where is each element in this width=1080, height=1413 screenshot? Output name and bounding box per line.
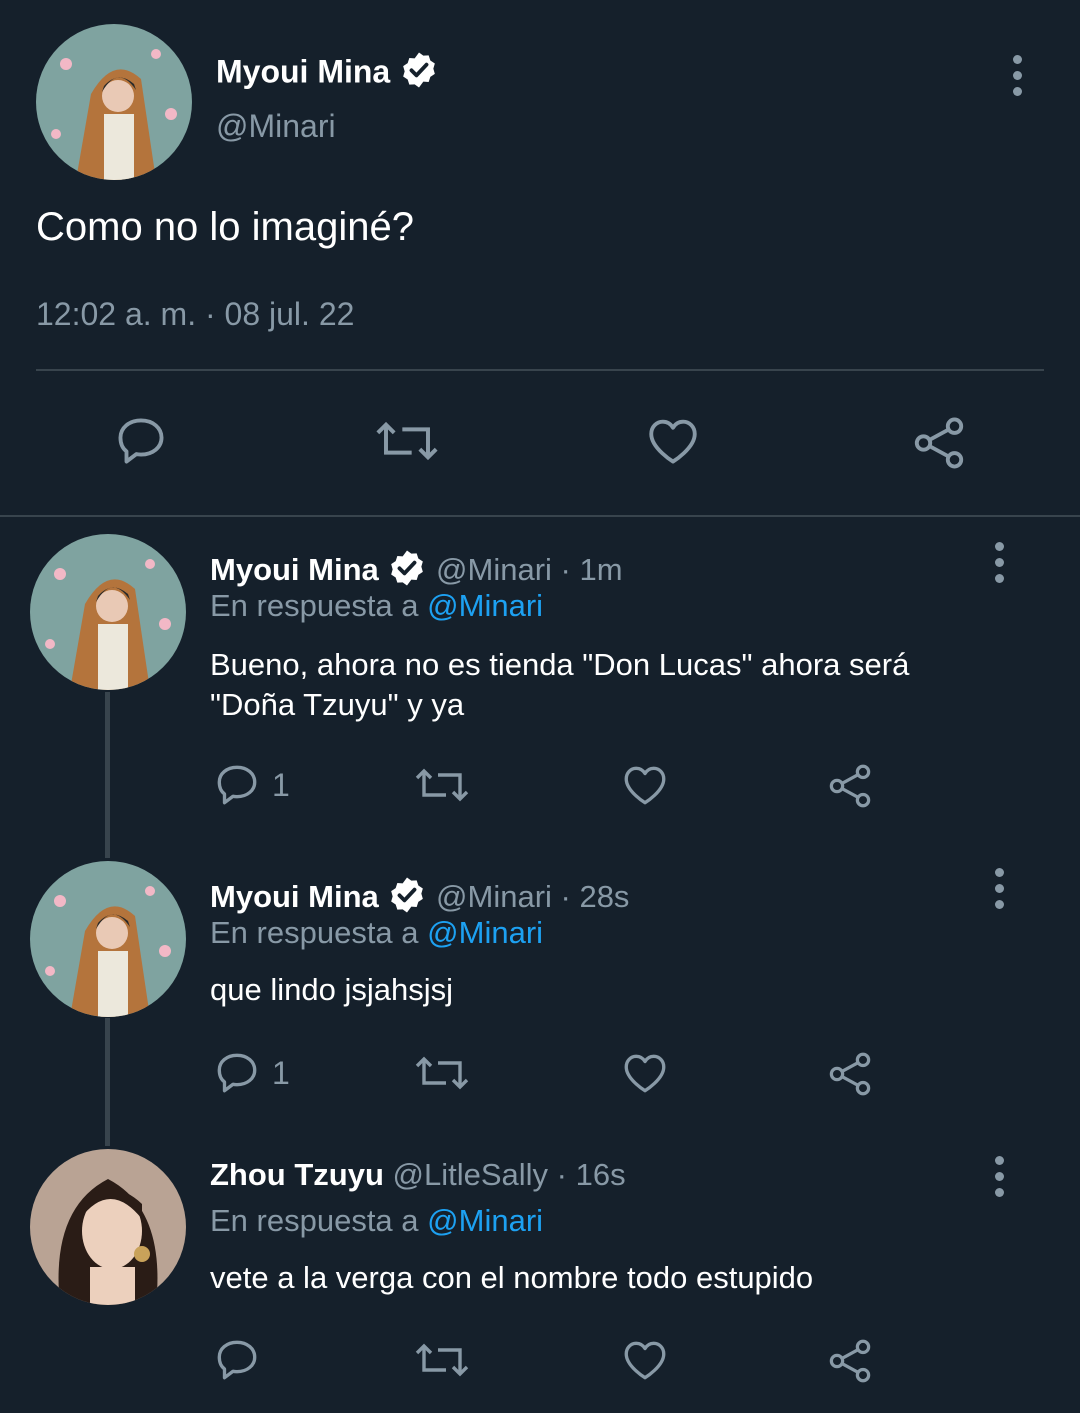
reply-to-link[interactable]: @Minari — [427, 588, 543, 623]
reply-prefix: En respuesta a — [210, 588, 419, 623]
reply-prefix: En respuesta a — [210, 1203, 419, 1238]
author-handle[interactable]: @Minari — [216, 108, 336, 145]
reply-avatar[interactable] — [30, 534, 186, 690]
reply-text: Bueno, ahora no es tienda "Don Lucas" ah… — [210, 645, 909, 725]
reply-context: En respuesta a @Minari — [210, 588, 543, 624]
reply-avatar[interactable] — [30, 1149, 186, 1305]
tweet-timestamp: 12:02 a. m. · 08 jul. 22 — [36, 296, 355, 332]
reply-meta: @Minari · 28s — [436, 879, 630, 915]
share-button[interactable] — [824, 760, 876, 812]
divider — [36, 369, 1044, 371]
reply-author-name[interactable]: Myoui Mina — [210, 879, 379, 914]
reply-meta: @Minari · 1m — [436, 552, 623, 588]
reply-icon — [217, 1340, 257, 1380]
retweet-button[interactable] — [412, 1335, 472, 1385]
reply-count: 1 — [272, 766, 290, 803]
reply-author-name[interactable]: Zhou Tzuyu — [210, 1157, 384, 1192]
author-name[interactable]: Myoui Mina — [216, 50, 439, 98]
reply-button[interactable] — [112, 412, 170, 470]
like-button[interactable] — [620, 1048, 670, 1098]
retweet-icon — [415, 1343, 469, 1377]
reply-context: En respuesta a @Minari — [210, 915, 543, 951]
retweet-icon — [376, 421, 438, 461]
like-button[interactable] — [643, 412, 703, 470]
share-icon — [829, 764, 871, 808]
author-name-text[interactable]: Myoui Mina — [216, 53, 390, 89]
like-button[interactable] — [620, 760, 670, 810]
like-icon — [624, 1341, 666, 1380]
reply-to-link[interactable]: @Minari — [427, 915, 543, 950]
reply-meta: @LitleSally · 16s — [392, 1157, 626, 1192]
retweet-icon — [415, 1056, 469, 1090]
section-divider — [0, 515, 1080, 517]
retweet-button[interactable] — [372, 412, 442, 470]
reply-author-name[interactable]: Myoui Mina — [210, 552, 379, 587]
more-icon[interactable] — [984, 1146, 1014, 1206]
thread-line — [105, 1018, 110, 1146]
reply-context: En respuesta a @Minari — [210, 1203, 543, 1239]
share-icon — [829, 1052, 871, 1096]
author-avatar[interactable] — [36, 24, 192, 180]
reply-prefix: En respuesta a — [210, 915, 419, 950]
reply-text: vete a la verga con el nombre todo estup… — [210, 1260, 814, 1295]
reply-avatar[interactable] — [30, 861, 186, 1017]
share-button[interactable] — [824, 1335, 876, 1387]
share-button[interactable] — [824, 1048, 876, 1100]
reply-count: 1 — [272, 1054, 290, 1091]
reply-button[interactable]: 1 — [212, 1048, 290, 1098]
retweet-button[interactable] — [412, 760, 472, 810]
reply-text: que lindo jsjahsjsj — [210, 972, 453, 1007]
retweet-icon — [415, 768, 469, 802]
verified-icon — [399, 50, 439, 98]
reply-header: Zhou Tzuyu @LitleSally · 16s — [210, 1157, 626, 1193]
thread-line — [105, 692, 110, 858]
retweet-button[interactable] — [412, 1048, 472, 1098]
reply-icon — [118, 418, 164, 464]
reply-text-line: Bueno, ahora no es tienda "Don Lucas" ah… — [210, 647, 910, 682]
reply-to-link[interactable]: @Minari — [427, 1203, 543, 1238]
reply-button[interactable]: 1 — [212, 760, 290, 810]
share-icon — [914, 417, 964, 469]
like-icon — [624, 766, 666, 805]
share-icon — [829, 1339, 871, 1383]
reply-icon — [217, 1053, 257, 1093]
tweet-text: Como no lo imaginé? — [36, 205, 414, 249]
like-icon — [624, 1054, 666, 1093]
reply-icon — [217, 765, 257, 805]
more-icon[interactable] — [984, 858, 1014, 918]
more-icon[interactable] — [1002, 45, 1032, 105]
reply-button[interactable] — [212, 1335, 262, 1385]
reply-text-line: "Doña Tzuyu" y ya — [210, 687, 465, 722]
more-icon[interactable] — [984, 532, 1014, 592]
share-button[interactable] — [908, 412, 970, 474]
like-icon — [649, 419, 697, 464]
like-button[interactable] — [620, 1335, 670, 1385]
